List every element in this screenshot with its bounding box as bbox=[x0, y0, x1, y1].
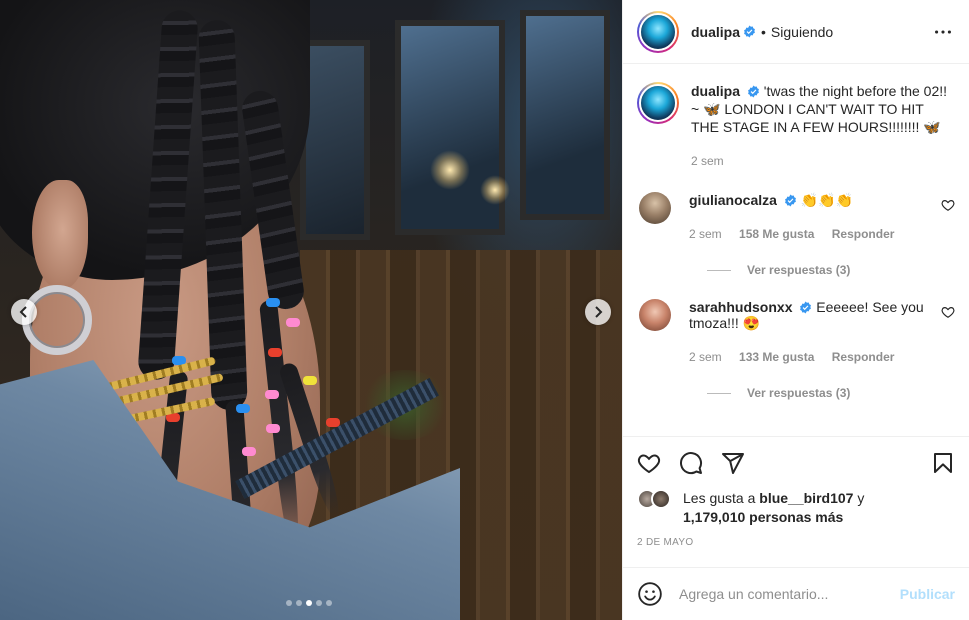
comment-likes[interactable]: 133 Me gusta bbox=[739, 350, 814, 364]
carousel-dot bbox=[306, 600, 312, 606]
replies-line bbox=[707, 269, 731, 271]
window bbox=[520, 10, 610, 220]
hair-band bbox=[236, 404, 250, 413]
post-date[interactable]: 2 DE MAYO bbox=[637, 537, 955, 548]
likes-count[interactable]: 1,179,010 personas más bbox=[683, 509, 843, 525]
comment-likes[interactable]: 158 Me gusta bbox=[739, 227, 814, 241]
hair-band bbox=[303, 376, 317, 385]
likes-summary: Les gusta a blue__bird107 y 1,179,010 pe… bbox=[637, 489, 955, 527]
reply-button[interactable]: Responder bbox=[832, 350, 895, 364]
post-photo[interactable] bbox=[0, 0, 622, 620]
likes-prefix: Les gusta a bbox=[683, 490, 760, 506]
publish-button[interactable]: Publicar bbox=[900, 586, 955, 602]
comment-text: 👏👏👏 bbox=[800, 192, 853, 208]
hair-band bbox=[266, 424, 280, 433]
verified-badge-icon bbox=[747, 85, 759, 98]
comment-heart-icon[interactable] bbox=[941, 198, 955, 212]
carousel-dot bbox=[316, 600, 322, 606]
post-side-panel: dualipa • Siguiendo dualipa 'twas the ni… bbox=[622, 0, 969, 620]
verified-badge-icon bbox=[800, 301, 812, 314]
author-username[interactable]: dualipa bbox=[691, 24, 740, 40]
instagram-post-view: dualipa • Siguiendo dualipa 'twas the ni… bbox=[0, 0, 969, 620]
heart-icon[interactable] bbox=[637, 451, 661, 475]
liker-username[interactable]: blue__bird107 bbox=[759, 490, 853, 506]
author-avatar[interactable] bbox=[637, 10, 679, 53]
comment-username[interactable]: giulianocalza bbox=[689, 192, 777, 208]
comment-time[interactable]: 2 sem bbox=[689, 350, 722, 364]
carousel-indicator bbox=[286, 600, 332, 606]
bookmark-icon[interactable] bbox=[931, 451, 955, 475]
comment-icon[interactable] bbox=[679, 451, 703, 475]
following-button[interactable]: Siguiendo bbox=[771, 24, 833, 40]
hair-band bbox=[242, 447, 256, 456]
separator-dot: • bbox=[761, 23, 766, 40]
next-slide-button[interactable] bbox=[585, 299, 611, 325]
hair-band bbox=[286, 318, 300, 327]
reply-button[interactable]: Responder bbox=[832, 227, 895, 241]
more-options-button[interactable] bbox=[931, 20, 955, 44]
window bbox=[300, 40, 370, 240]
hair-band bbox=[266, 298, 280, 307]
comment-item: sarahhudsonxx Eeeeee! See you tmoza!!! 😍… bbox=[637, 299, 955, 364]
chevron-right-icon bbox=[595, 306, 603, 318]
hair-band bbox=[265, 390, 279, 399]
lamp-light bbox=[430, 150, 470, 190]
lamp-light bbox=[480, 175, 510, 205]
view-replies-label: Ver respuestas (3) bbox=[747, 263, 851, 277]
view-replies-button[interactable]: Ver respuestas (3) bbox=[707, 263, 955, 277]
chevron-left-icon bbox=[19, 306, 27, 318]
ear bbox=[32, 180, 88, 290]
caption-time[interactable]: 2 sem bbox=[691, 154, 724, 168]
carousel-dot bbox=[296, 600, 302, 606]
share-icon[interactable] bbox=[721, 451, 745, 475]
comment-item: giulianocalza 👏👏👏 2 sem 158 Me gusta Res… bbox=[637, 192, 955, 241]
carousel-dot bbox=[326, 600, 332, 606]
hair-band bbox=[268, 348, 282, 357]
carousel-dot bbox=[286, 600, 292, 606]
liker-avatars bbox=[637, 489, 677, 511]
comment-input[interactable] bbox=[679, 586, 900, 602]
view-replies-label: Ver respuestas (3) bbox=[747, 386, 851, 400]
comment-time[interactable]: 2 sem bbox=[689, 227, 722, 241]
replies-line bbox=[707, 392, 731, 394]
post-caption: dualipa 'twas the night before the 02!! … bbox=[637, 82, 955, 170]
likes-conj: y bbox=[853, 490, 865, 506]
comment-username[interactable]: sarahhudsonxx bbox=[689, 299, 792, 315]
verified-badge-icon bbox=[784, 194, 796, 207]
commenter-avatar[interactable] bbox=[639, 192, 671, 224]
liker-avatar[interactable] bbox=[651, 489, 671, 509]
post-header: dualipa • Siguiendo bbox=[623, 0, 969, 64]
view-replies-button[interactable]: Ver respuestas (3) bbox=[707, 386, 955, 400]
more-icon bbox=[935, 29, 951, 34]
comment-heart-icon[interactable] bbox=[941, 305, 955, 319]
add-comment-bar: Publicar bbox=[623, 567, 969, 620]
emoji-icon[interactable] bbox=[637, 581, 663, 607]
comments-list: dualipa 'twas the night before the 02!! … bbox=[623, 64, 969, 436]
post-actions: Les gusta a blue__bird107 y 1,179,010 pe… bbox=[623, 436, 969, 548]
previous-slide-button[interactable] bbox=[11, 299, 37, 325]
verified-badge-icon bbox=[744, 25, 755, 38]
author-avatar[interactable] bbox=[637, 82, 679, 124]
caption-username[interactable]: dualipa bbox=[691, 83, 740, 99]
commenter-avatar[interactable] bbox=[639, 299, 671, 331]
